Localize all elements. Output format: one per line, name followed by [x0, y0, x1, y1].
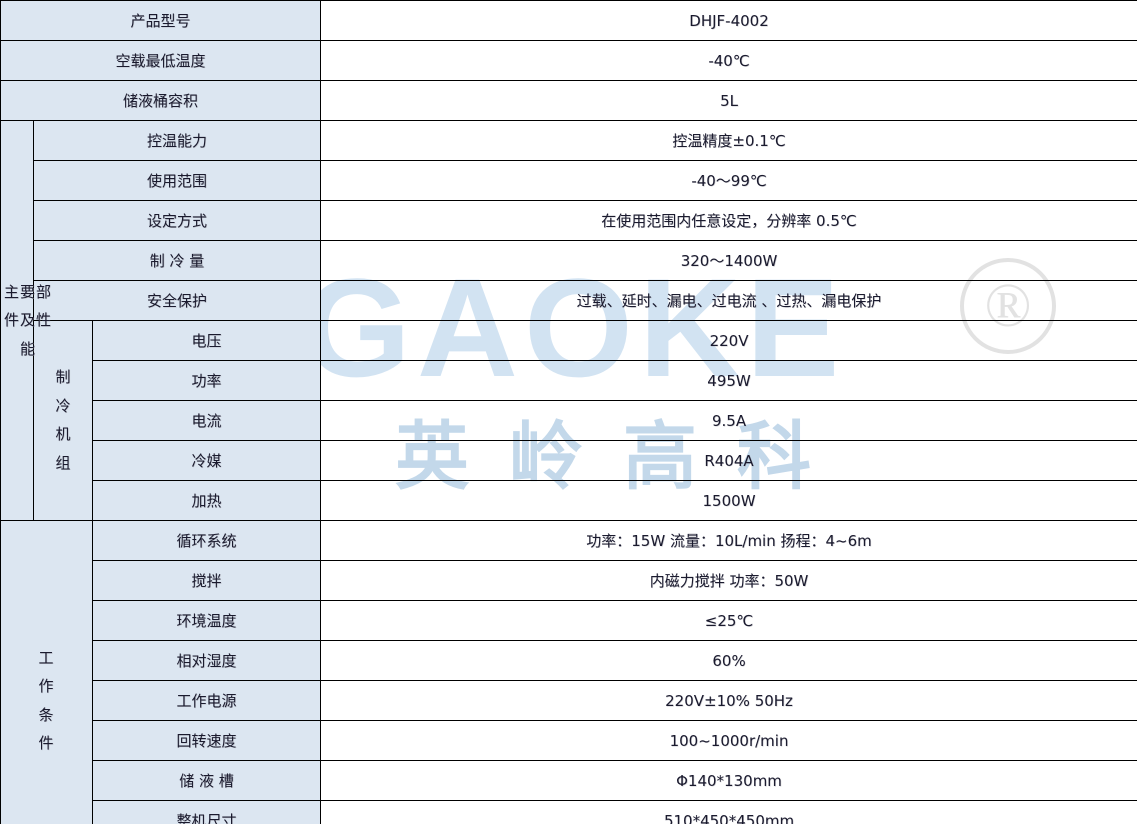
- row-value-tank-volume: 5L: [320, 80, 1137, 121]
- row-label-setting-method: 设定方式: [32, 200, 322, 241]
- row-value-voltage: 220V: [320, 320, 1137, 361]
- row-value-min-temp: -40℃: [320, 40, 1137, 81]
- table-row: 空载最低温度 -40℃: [0, 40, 1137, 81]
- row-label-min-temp: 空载最低温度: [0, 40, 322, 81]
- subgroup-label-refrigeration-unit-text: 制冷机组: [55, 368, 71, 472]
- row-value-relative-humidity: 60%: [320, 640, 1137, 681]
- row-label-cooling-capacity: 制 冷 量: [32, 240, 322, 281]
- row-label-product-model: 产品型号: [0, 0, 322, 41]
- row-label-voltage: 电压: [91, 320, 322, 361]
- row-value-cooling-capacity: 320～1400W: [320, 240, 1137, 281]
- table-row: 主要部件及性能 控温能力 控温精度±0.1℃: [0, 120, 1137, 521]
- group-label-working-conditions: 工作条件: [0, 520, 93, 824]
- table-row: 工作条件 循环系统 功率：15W 流量：10L/min 扬程：4~6m: [0, 520, 1137, 824]
- row-value-rotation-speed: 100~1000r/min: [320, 720, 1137, 761]
- table-row: 储液桶容积 5L: [0, 80, 1137, 121]
- row-value-liquid-tank: Φ140*130mm: [320, 760, 1137, 801]
- row-label-rotation-speed: 回转速度: [91, 720, 322, 761]
- table-row: 相对湿度 60%: [1, 640, 1137, 681]
- row-label-temp-control: 控温能力: [32, 120, 322, 161]
- row-value-setting-method: 在使用范围内任意设定，分辨率 0.5℃: [320, 200, 1137, 241]
- row-label-circulation-system: 循环系统: [91, 520, 322, 561]
- table-row: 产品型号 DHJF-4002: [0, 0, 1137, 41]
- row-label-heating: 加热: [91, 480, 322, 521]
- specification-table: 产品型号 DHJF-4002 空载最低温度 -40℃ 储液桶容积 5L 主要部件…: [0, 0, 1137, 824]
- group-label-main-components-text: 主要部件及性能: [3, 282, 52, 358]
- row-value-power: 495W: [320, 360, 1137, 401]
- table-row: 加热 1500W: [1, 480, 1137, 521]
- row-label-tank-volume: 储液桶容积: [0, 80, 322, 121]
- row-label-current: 电流: [91, 400, 322, 441]
- table-row: 冷媒 R404A: [1, 440, 1137, 481]
- row-value-stirring: 内磁力搅拌 功率：50W: [320, 560, 1137, 601]
- table-row: 回转速度 100~1000r/min: [1, 720, 1137, 761]
- table-row: 使用范围 -40～99℃: [1, 160, 1137, 201]
- table-row: 工作电源 220V±10% 50Hz: [1, 680, 1137, 721]
- row-value-heating: 1500W: [320, 480, 1137, 521]
- table-row: 储 液 槽 Φ140*130mm: [1, 760, 1137, 801]
- table-row: 安全保护 过载、延时、漏电、过电流 、过热、漏电保护: [1, 280, 1137, 321]
- group-label-main-components: 主要部件及性能: [0, 120, 51, 521]
- row-value-safety-protection: 过载、延时、漏电、过电流 、过热、漏电保护: [320, 280, 1137, 321]
- table-row: 制冷机组 电压 220V: [1, 320, 1137, 521]
- spec-sheet: INGAOKE 英岭高科 ® 产品型号 DHJF-4002 空载最低温度 -40…: [0, 0, 1137, 824]
- row-label-power: 功率: [91, 360, 322, 401]
- row-label-working-range: 使用范围: [32, 160, 322, 201]
- row-value-ambient-temperature: ≤25℃: [320, 600, 1137, 641]
- row-label-power-supply: 工作电源: [91, 680, 322, 721]
- row-value-circulation-system: 功率：15W 流量：10L/min 扬程：4~6m: [320, 520, 1137, 561]
- table-row: 整机尺寸 510*450*450mm: [1, 800, 1137, 824]
- table-row: 设定方式 在使用范围内任意设定，分辨率 0.5℃: [1, 200, 1137, 241]
- row-value-working-range: -40～99℃: [320, 160, 1137, 201]
- table-row: 制 冷 量 320～1400W: [1, 240, 1137, 281]
- row-value-overall-dimensions: 510*450*450mm: [320, 800, 1137, 824]
- row-label-safety-protection: 安全保护: [32, 280, 322, 321]
- row-label-liquid-tank: 储 液 槽: [91, 760, 322, 801]
- table-row: 功率 495W: [1, 360, 1137, 401]
- row-value-refrigerant: R404A: [320, 440, 1137, 481]
- row-value-power-supply: 220V±10% 50Hz: [320, 680, 1137, 721]
- row-value-product-model: DHJF-4002: [320, 0, 1137, 41]
- row-label-ambient-temperature: 环境温度: [91, 600, 322, 641]
- table-row: 电流 9.5A: [1, 400, 1137, 441]
- row-label-overall-dimensions: 整机尺寸: [91, 800, 322, 824]
- row-label-relative-humidity: 相对湿度: [91, 640, 322, 681]
- table-row: 搅拌 内磁力搅拌 功率：50W: [1, 560, 1137, 601]
- table-row: 环境温度 ≤25℃: [1, 600, 1137, 641]
- group-label-working-conditions-text: 工作条件: [38, 648, 55, 753]
- row-label-stirring: 搅拌: [91, 560, 322, 601]
- row-value-current: 9.5A: [320, 400, 1137, 441]
- row-label-refrigerant: 冷媒: [91, 440, 322, 481]
- row-value-temp-control: 控温精度±0.1℃: [320, 120, 1137, 161]
